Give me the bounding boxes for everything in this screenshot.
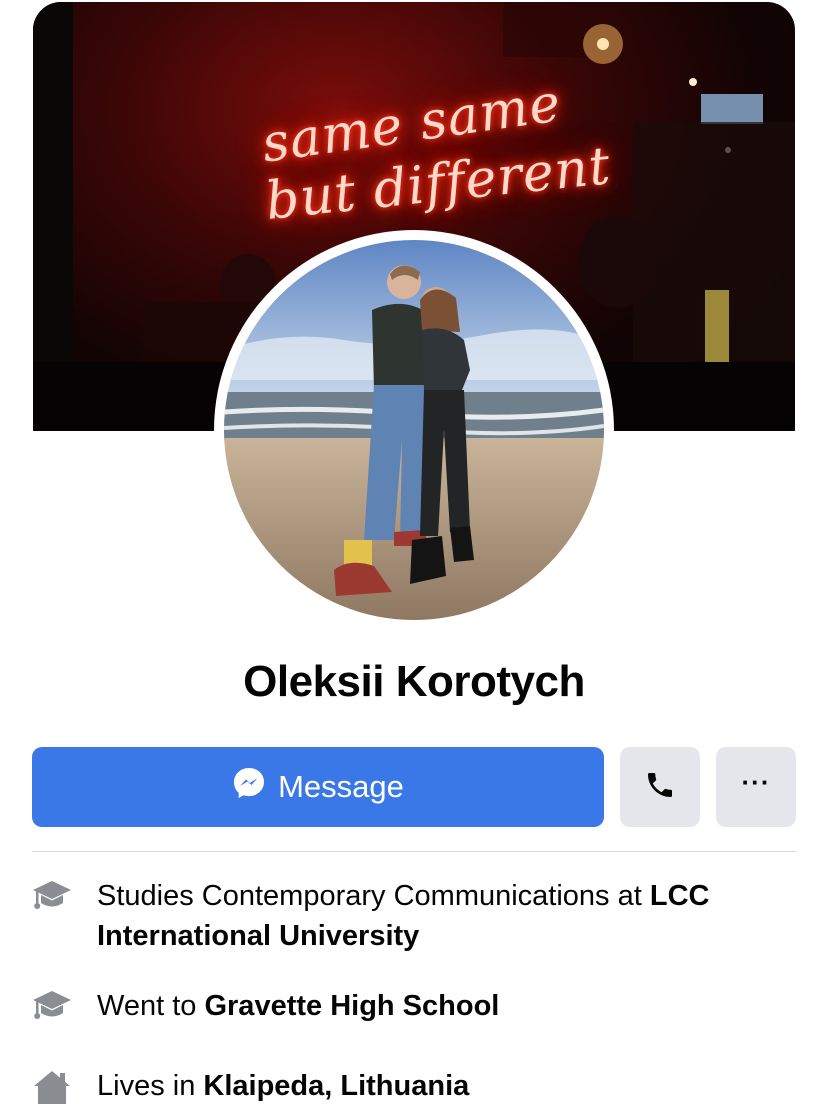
- info-prefix: Went to: [97, 990, 205, 1022]
- message-button[interactable]: Message: [32, 747, 604, 827]
- info-prefix: Lives in: [97, 1070, 204, 1102]
- avatar-photo: [224, 240, 604, 620]
- call-button[interactable]: [620, 747, 700, 827]
- info-text: Studies Contemporary Communications at L…: [97, 876, 787, 956]
- avatar[interactable]: [224, 240, 604, 620]
- home-icon: [32, 1068, 72, 1104]
- info-text: Lives in Klaipeda, Lithuania: [97, 1066, 787, 1104]
- info-text: Went to Gravette High School: [97, 986, 787, 1026]
- graduation-cap-icon: [32, 988, 72, 1024]
- divider: [32, 851, 796, 852]
- more-icon: ···: [741, 766, 771, 797]
- message-button-label: Message: [278, 769, 404, 804]
- profile-name: Oleksii Korotych: [243, 657, 585, 706]
- more-options-button[interactable]: ···: [716, 747, 796, 827]
- location-link[interactable]: Klaipeda, Lithuania: [203, 1070, 469, 1102]
- phone-icon: [644, 769, 676, 806]
- high-school-link[interactable]: Gravette High School: [204, 990, 499, 1022]
- graduation-cap-icon: [32, 878, 72, 914]
- messenger-icon: [232, 766, 266, 808]
- info-prefix: Studies Contemporary Communications at: [97, 880, 650, 912]
